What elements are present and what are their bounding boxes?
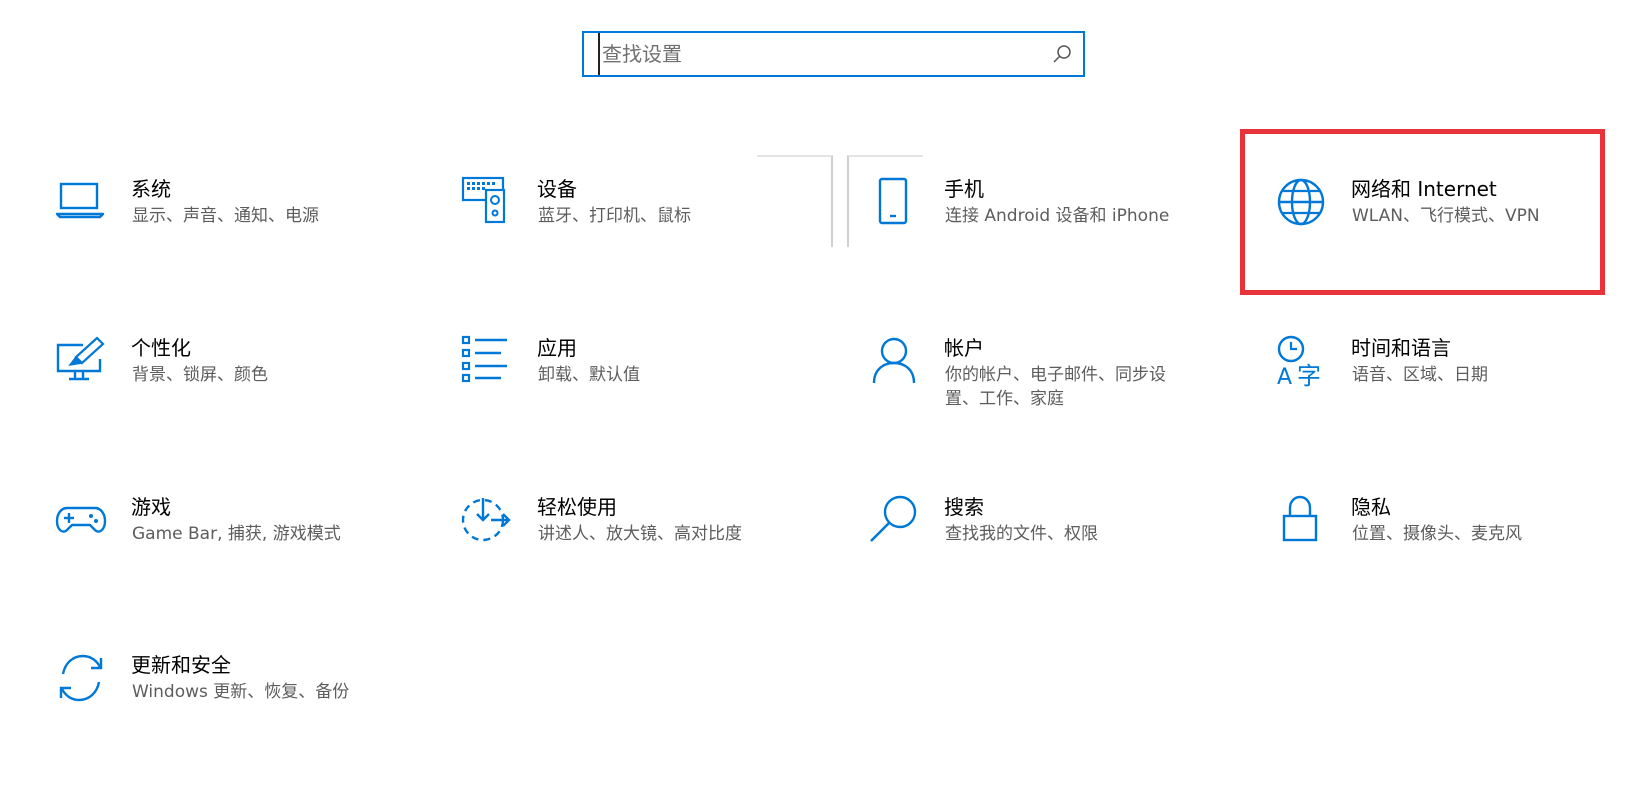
tile-title: 手机	[944, 177, 984, 201]
tile-description: 查找我的文件、权限	[945, 524, 1098, 544]
tile-accounts[interactable]: 帐户 你的帐户、电子邮件、同步设置、工作、家庭	[868, 335, 1248, 445]
sync-arrows-icon	[55, 652, 107, 704]
highlight-box	[1240, 129, 1605, 295]
svg-text:字: 字	[1297, 362, 1321, 387]
tile-description: 卸载、默认值	[538, 365, 640, 385]
keyboard-speaker-icon	[461, 176, 513, 228]
lock-icon	[1275, 494, 1327, 546]
tile-title: 设备	[537, 177, 577, 201]
phone-icon	[868, 176, 920, 228]
paintbrush-monitor-icon	[55, 335, 107, 387]
search-icon[interactable]	[1052, 44, 1072, 64]
tile-title: 隐私	[1351, 495, 1391, 519]
tile-description: 讲述人、放大镜、高对比度	[538, 524, 742, 544]
tile-phone[interactable]: 手机 连接 Android 设备和 iPhone	[868, 176, 1248, 286]
tile-devices[interactable]: 设备 蓝牙、打印机、鼠标	[461, 176, 841, 286]
tile-system[interactable]: 系统 显示、声音、通知、电源	[55, 176, 435, 286]
ease-of-access-icon	[461, 494, 513, 546]
tile-title: 轻松使用	[537, 495, 617, 519]
gamepad-icon	[55, 494, 107, 546]
tile-update-security[interactable]: 更新和安全 Windows 更新、恢复、备份	[55, 652, 435, 762]
search-input[interactable]	[598, 33, 1032, 75]
tile-description: Game Bar, 捕获, 游戏模式	[132, 524, 341, 544]
tile-description: 连接 Android 设备和 iPhone	[945, 206, 1170, 226]
tile-title: 搜索	[944, 495, 984, 519]
tile-ease-of-access[interactable]: 轻松使用 讲述人、放大镜、高对比度	[461, 494, 841, 604]
tile-search[interactable]: 搜索 查找我的文件、权限	[868, 494, 1248, 604]
tile-title: 游戏	[131, 495, 171, 519]
search-box[interactable]	[582, 31, 1085, 77]
tile-description: 位置、摄像头、麦克风	[1352, 524, 1522, 544]
search-magnifier-icon	[868, 494, 920, 546]
tile-description: 背景、锁屏、颜色	[132, 365, 268, 385]
tile-gaming[interactable]: 游戏 Game Bar, 捕获, 游戏模式	[55, 494, 435, 604]
tile-privacy[interactable]: 隐私 位置、摄像头、麦克风	[1275, 494, 1637, 604]
tile-title: 时间和语言	[1351, 336, 1451, 360]
tile-title: 应用	[537, 336, 577, 360]
tile-description: Windows 更新、恢复、备份	[132, 682, 350, 702]
tile-apps[interactable]: 应用 卸载、默认值	[461, 335, 841, 445]
apps-list-icon	[461, 335, 513, 387]
tile-description: 显示、声音、通知、电源	[132, 206, 319, 226]
laptop-icon	[55, 176, 107, 228]
tile-time-language[interactable]: A 字 时间和语言 语音、区域、日期	[1275, 335, 1637, 445]
tile-title: 帐户	[944, 336, 984, 360]
tile-description: 蓝牙、打印机、鼠标	[538, 206, 691, 226]
tile-title: 个性化	[131, 336, 191, 360]
time-language-icon: A 字	[1275, 335, 1327, 390]
tile-personalization[interactable]: 个性化 背景、锁屏、颜色	[55, 335, 435, 445]
tile-description: 你的帐户、电子邮件、同步设置、工作、家庭	[945, 365, 1166, 409]
tile-description: 语音、区域、日期	[1352, 365, 1488, 385]
tile-title: 更新和安全	[131, 653, 231, 677]
tile-title: 系统	[131, 177, 171, 201]
person-icon	[868, 335, 920, 387]
svg-text:A: A	[1277, 365, 1292, 387]
